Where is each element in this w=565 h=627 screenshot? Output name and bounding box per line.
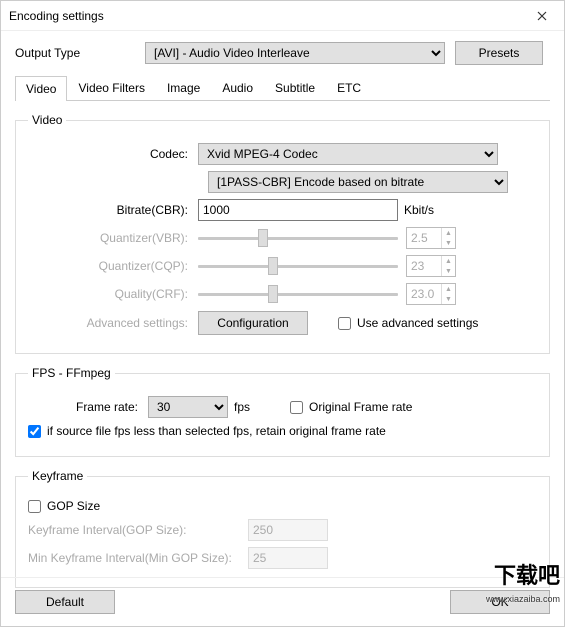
use-advanced-checkbox[interactable] bbox=[338, 317, 351, 330]
quantizer-vbr-slider bbox=[198, 227, 398, 249]
quantizer-cqp-spinner: 23 ▲▼ bbox=[406, 255, 456, 277]
quantizer-vbr-label: Quantizer(VBR): bbox=[28, 231, 198, 245]
close-button[interactable] bbox=[519, 1, 564, 31]
min-keyframe-interval-input bbox=[248, 547, 328, 569]
quality-crf-spinner: 23.0 ▲▼ bbox=[406, 283, 456, 305]
ok-button[interactable]: OK bbox=[450, 590, 550, 614]
video-legend: Video bbox=[28, 113, 66, 127]
framerate-unit: fps bbox=[234, 400, 250, 414]
framerate-label: Frame rate: bbox=[28, 400, 148, 414]
original-framerate-checkbox[interactable] bbox=[290, 401, 303, 414]
tab-bar: Video Video Filters Image Audio Subtitle… bbox=[15, 75, 550, 101]
framerate-select[interactable]: 30 bbox=[148, 396, 228, 418]
quantizer-vbr-spinner: 2.5 ▲▼ bbox=[406, 227, 456, 249]
gop-size-checkbox[interactable] bbox=[28, 500, 41, 513]
advanced-settings-label: Advanced settings: bbox=[28, 316, 198, 330]
output-type-label: Output Type bbox=[15, 46, 145, 60]
tab-video[interactable]: Video bbox=[15, 76, 67, 101]
tab-subtitle[interactable]: Subtitle bbox=[264, 75, 326, 100]
codec-select[interactable]: Xvid MPEG-4 Codec bbox=[198, 143, 498, 165]
quality-crf-label: Quality(CRF): bbox=[28, 287, 198, 301]
fps-group: FPS - FFmpeg Frame rate: 30 fps Original… bbox=[15, 366, 550, 457]
min-keyframe-interval-label: Min Keyframe Interval(Min GOP Size): bbox=[28, 551, 248, 565]
tab-video-filters[interactable]: Video Filters bbox=[67, 75, 155, 100]
quantizer-cqp-label: Quantizer(CQP): bbox=[28, 259, 198, 273]
window-title: Encoding settings bbox=[9, 9, 104, 23]
bitrate-input[interactable] bbox=[198, 199, 398, 221]
keyframe-interval-label: Keyframe Interval(GOP Size): bbox=[28, 523, 248, 537]
output-type-select[interactable]: [AVI] - Audio Video Interleave bbox=[145, 42, 445, 64]
chevron-up-icon: ▲ bbox=[441, 228, 455, 238]
quantizer-cqp-slider bbox=[198, 255, 398, 277]
codec-label: Codec: bbox=[28, 147, 198, 161]
close-icon bbox=[537, 11, 547, 21]
tab-etc[interactable]: ETC bbox=[326, 75, 372, 100]
encode-mode-select[interactable]: [1PASS-CBR] Encode based on bitrate bbox=[208, 171, 508, 193]
quality-crf-slider bbox=[198, 283, 398, 305]
chevron-up-icon: ▲ bbox=[441, 284, 455, 294]
tab-image[interactable]: Image bbox=[156, 75, 211, 100]
chevron-down-icon: ▼ bbox=[441, 294, 455, 304]
video-group: Video Codec: Xvid MPEG-4 Codec [1PASS-CB… bbox=[15, 113, 550, 354]
tab-audio[interactable]: Audio bbox=[211, 75, 264, 100]
use-advanced-label: Use advanced settings bbox=[357, 316, 478, 330]
presets-button[interactable]: Presets bbox=[455, 41, 543, 65]
gop-size-label: GOP Size bbox=[47, 499, 100, 513]
fps-legend: FPS - FFmpeg bbox=[28, 366, 115, 380]
bitrate-unit: Kbit/s bbox=[404, 203, 434, 217]
chevron-down-icon: ▼ bbox=[441, 266, 455, 276]
original-framerate-label: Original Frame rate bbox=[309, 400, 412, 414]
bitrate-label: Bitrate(CBR): bbox=[28, 203, 198, 217]
retain-fps-checkbox[interactable] bbox=[28, 425, 41, 438]
keyframe-group: Keyframe GOP Size Keyframe Interval(GOP … bbox=[15, 469, 550, 588]
chevron-up-icon: ▲ bbox=[441, 256, 455, 266]
keyframe-legend: Keyframe bbox=[28, 469, 87, 483]
chevron-down-icon: ▼ bbox=[441, 238, 455, 248]
default-button[interactable]: Default bbox=[15, 590, 115, 614]
keyframe-interval-input bbox=[248, 519, 328, 541]
configuration-button[interactable]: Configuration bbox=[198, 311, 308, 335]
retain-fps-label: if source file fps less than selected fp… bbox=[47, 424, 386, 438]
